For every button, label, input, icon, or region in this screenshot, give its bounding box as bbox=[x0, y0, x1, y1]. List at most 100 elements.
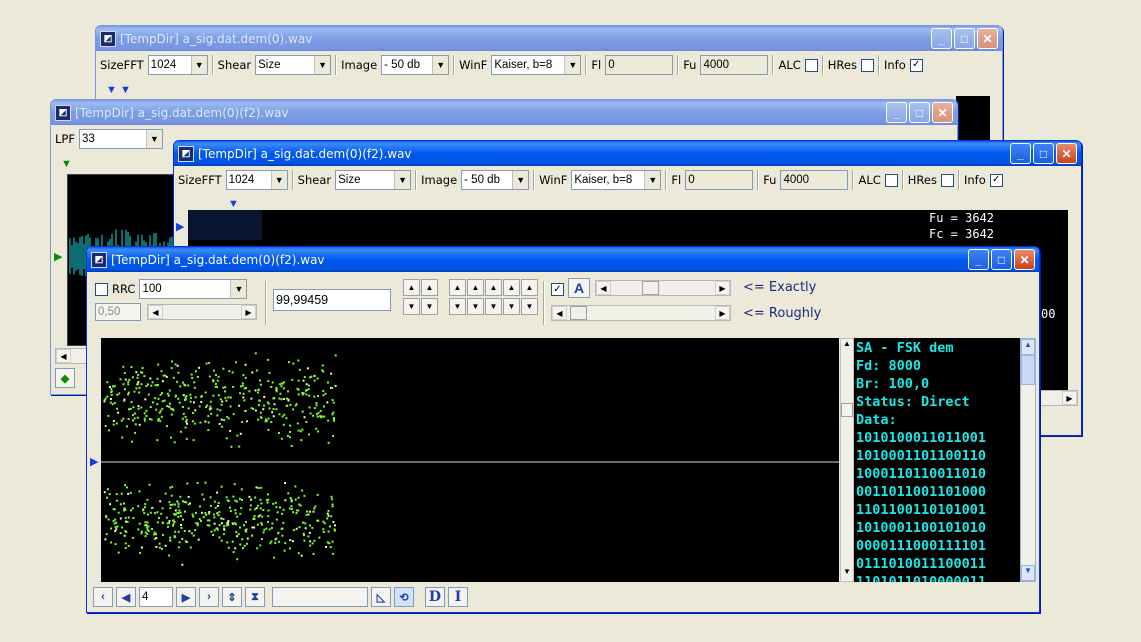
spin-down-icon[interactable]: ▼ bbox=[467, 298, 484, 315]
next-page-icon[interactable]: ▶ bbox=[176, 587, 196, 607]
spin-down-icon[interactable]: ▼ bbox=[485, 298, 502, 315]
shear-select[interactable]: Size ▼ bbox=[255, 55, 332, 75]
fu-field[interactable]: 4000 bbox=[700, 55, 769, 75]
spin-down-icon[interactable]: ▼ bbox=[403, 298, 420, 315]
maximize-button[interactable]: □ bbox=[909, 102, 930, 123]
rate-field[interactable]: 99,99459 bbox=[273, 289, 391, 311]
maximize-button[interactable]: □ bbox=[1033, 143, 1054, 164]
winf-select[interactable]: Kaiser, b=8 ▼ bbox=[491, 55, 582, 75]
minimize-button[interactable]: _ bbox=[931, 28, 952, 49]
winf-select[interactable]: Kaiser, b=8 ▼ bbox=[571, 170, 662, 190]
titlebar[interactable]: ◩ [TempDir] a_sig.dat.dem(0).wav _ □ ✕ bbox=[96, 26, 1002, 51]
sizefft-select[interactable]: 1024 ▼ bbox=[147, 55, 208, 75]
info-checkbox[interactable]: ✓ bbox=[909, 58, 923, 72]
page-field[interactable]: 4 bbox=[139, 587, 173, 607]
spin-down-icon[interactable]: ▼ bbox=[421, 298, 438, 315]
slider-right-icon[interactable]: ▶ bbox=[715, 306, 730, 320]
slider-thumb[interactable] bbox=[570, 306, 587, 320]
rolloff-slider[interactable]: ◀ ▶ bbox=[147, 304, 257, 320]
slider-right-icon[interactable]: ▶ bbox=[241, 305, 256, 319]
slider-left-icon[interactable]: ◀ bbox=[596, 281, 611, 295]
auto-checkbox[interactable]: ✓ bbox=[551, 283, 564, 296]
scatter-point bbox=[199, 421, 202, 424]
scatter-point bbox=[179, 515, 182, 518]
close-button[interactable]: ✕ bbox=[1056, 143, 1077, 164]
fl-field[interactable]: 0 bbox=[605, 55, 674, 75]
fu-field[interactable]: 4000 bbox=[780, 170, 849, 190]
scroll-thumb[interactable] bbox=[1021, 355, 1035, 385]
chevron-down-icon: ▼ bbox=[564, 56, 581, 74]
d-button[interactable]: D bbox=[425, 587, 445, 607]
scatter-point bbox=[193, 422, 196, 425]
scroll-up-icon[interactable]: ▲ bbox=[1021, 339, 1035, 355]
scroll-down-icon[interactable]: ▼ bbox=[1021, 565, 1035, 581]
scroll-thumb[interactable] bbox=[841, 403, 853, 417]
first-page-icon[interactable]: ‹ bbox=[93, 587, 113, 607]
rolloff-field[interactable]: 0,50 bbox=[95, 303, 141, 321]
rrc-checkbox[interactable] bbox=[95, 282, 108, 296]
shear-select[interactable]: Size ▼ bbox=[335, 170, 412, 190]
hourglass-icon[interactable]: ⧗ bbox=[245, 587, 265, 607]
spin-up-icon[interactable]: ▲ bbox=[421, 279, 438, 296]
scatter-display[interactable] bbox=[101, 338, 839, 582]
spin-up-icon[interactable]: ▲ bbox=[521, 279, 538, 296]
close-button[interactable]: ✕ bbox=[1014, 249, 1035, 270]
marker-icon[interactable]: ▼ bbox=[61, 158, 72, 170]
rrc-select[interactable]: 100 ▼ bbox=[139, 279, 248, 299]
titlebar[interactable]: ◩ [TempDir] a_sig.dat.dem(0)(f2).wav _ □… bbox=[87, 247, 1039, 272]
spin-down-icon[interactable]: ▼ bbox=[449, 298, 466, 315]
maximize-button[interactable]: □ bbox=[991, 249, 1012, 270]
alc-checkbox[interactable] bbox=[804, 58, 818, 72]
sizefft-select[interactable]: 1024 ▼ bbox=[225, 170, 288, 190]
scroll-right-icon[interactable]: ▶ bbox=[1062, 391, 1077, 405]
marker-icon[interactable]: ▼ ▼ bbox=[106, 84, 131, 96]
spin-up-icon[interactable]: ▲ bbox=[503, 279, 520, 296]
spectrum-display[interactable] bbox=[956, 96, 990, 144]
slider-right-icon[interactable]: ▶ bbox=[715, 281, 730, 295]
scroll-left-icon[interactable]: ◀ bbox=[56, 349, 71, 363]
marker-icon[interactable]: ▼ bbox=[228, 198, 239, 210]
slider-thumb[interactable] bbox=[642, 281, 659, 295]
scatter-point bbox=[153, 537, 156, 540]
info-scrollbar[interactable]: ▲ ▼ bbox=[1020, 338, 1036, 582]
spin-down-icon[interactable]: ▼ bbox=[503, 298, 520, 315]
info-checkbox[interactable]: ✓ bbox=[989, 173, 1003, 187]
close-button[interactable]: ✕ bbox=[932, 102, 953, 123]
auto-a-button[interactable]: A bbox=[568, 278, 590, 298]
minimize-button[interactable]: _ bbox=[886, 102, 907, 123]
i-button[interactable]: I bbox=[448, 587, 468, 607]
lpf-select[interactable]: 33 ▼ bbox=[78, 129, 163, 149]
reload-icon[interactable]: ⟲ bbox=[394, 587, 414, 607]
scatter-point bbox=[177, 546, 180, 549]
spin-down-icon[interactable]: ▼ bbox=[521, 298, 538, 315]
image-select[interactable]: - 50 db ▼ bbox=[461, 170, 530, 190]
roughly-slider[interactable]: ◀ ▶ bbox=[551, 305, 731, 321]
slider-left-icon[interactable]: ◀ bbox=[148, 305, 163, 319]
alc-checkbox[interactable] bbox=[884, 173, 898, 187]
minimize-button[interactable]: _ bbox=[1010, 143, 1031, 164]
spin-up-icon[interactable]: ▲ bbox=[449, 279, 466, 296]
prev-page-icon[interactable]: ◀ bbox=[116, 587, 136, 607]
exactly-slider[interactable]: ◀ ▶ bbox=[595, 280, 731, 296]
hres-checkbox[interactable] bbox=[940, 173, 954, 187]
spin-up-icon[interactable]: ▲ bbox=[403, 279, 420, 296]
scroll-down-icon[interactable]: ▼ bbox=[841, 567, 853, 581]
horizontal-scrollbar[interactable]: ▶ bbox=[1040, 390, 1078, 406]
fl-field[interactable]: 0 bbox=[685, 170, 754, 190]
spin-up-icon[interactable]: ▲ bbox=[467, 279, 484, 296]
scroll-up-icon[interactable]: ▲ bbox=[841, 339, 853, 353]
titlebar[interactable]: ◩ [TempDir] a_sig.dat.dem(0)(f2).wav _ □… bbox=[174, 141, 1081, 166]
close-button[interactable]: ✕ bbox=[977, 28, 998, 49]
hres-checkbox[interactable] bbox=[860, 58, 874, 72]
vertical-scrollbar[interactable]: ▲ ▼ bbox=[840, 338, 854, 582]
slider-left-icon[interactable]: ◀ bbox=[552, 306, 567, 320]
last-page-icon[interactable]: › bbox=[199, 587, 219, 607]
save-icon[interactable]: ◺ bbox=[371, 587, 391, 607]
titlebar[interactable]: ◩ [TempDir] a_sig.dat.dem(0)(f2).wav _ □… bbox=[51, 100, 957, 125]
expand-vertical-icon[interactable]: ⇕ bbox=[222, 587, 242, 607]
minimize-button[interactable]: _ bbox=[968, 249, 989, 270]
maximize-button[interactable]: □ bbox=[954, 28, 975, 49]
spin-up-icon[interactable]: ▲ bbox=[485, 279, 502, 296]
image-select[interactable]: - 50 db ▼ bbox=[381, 55, 450, 75]
arrows-horizontal-icon[interactable]: ◆ bbox=[55, 368, 75, 388]
